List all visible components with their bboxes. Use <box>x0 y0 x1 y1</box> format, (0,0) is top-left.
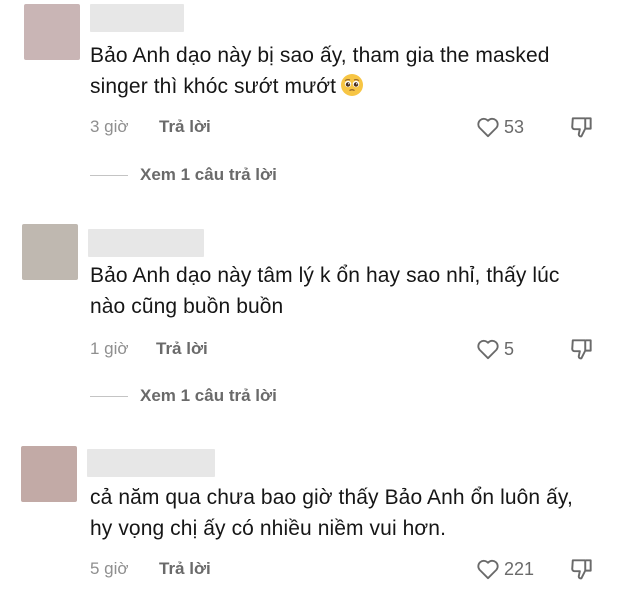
reply-button[interactable]: Trả lời <box>159 559 211 579</box>
comment-text-content: Bảo Anh dạo này tâm lý k ổn hay sao nhỉ,… <box>90 264 560 318</box>
comment-text: Bảo Anh dạo này tâm lý k ổn hay sao nhỉ,… <box>90 260 600 322</box>
thumbs-down-outline-icon[interactable] <box>569 114 595 140</box>
thumbs-down-outline-icon[interactable] <box>569 556 595 582</box>
view-replies-button[interactable]: Xem 1 câu trả lời <box>90 385 277 407</box>
divider <box>90 395 128 397</box>
heart-outline-icon <box>477 339 499 360</box>
comment-meta: 3 giờ Trả lời 53 <box>90 117 610 141</box>
comment-meta: 1 giờ Trả lời 5 <box>90 339 610 363</box>
like-button[interactable]: 53 <box>475 114 524 140</box>
comment-meta: 5 giờ Trả lời 221 <box>90 559 610 583</box>
like-button[interactable]: 5 <box>475 336 514 362</box>
avatar[interactable] <box>24 4 80 60</box>
comment-time: 3 giờ <box>90 117 129 136</box>
avatar[interactable] <box>22 224 78 280</box>
username-placeholder[interactable] <box>90 4 184 32</box>
comment-time: 1 giờ <box>90 339 129 358</box>
reply-button[interactable]: Trả lời <box>159 117 211 137</box>
avatar[interactable] <box>21 446 77 502</box>
reply-button[interactable]: Trả lời <box>156 339 208 359</box>
view-replies-label: Xem 1 câu trả lời <box>140 386 277 405</box>
heart-outline-icon <box>477 559 499 580</box>
username-placeholder[interactable] <box>88 229 204 257</box>
view-replies-label: Xem 1 câu trả lời <box>140 165 277 184</box>
like-count: 5 <box>504 338 515 359</box>
thumbs-down-outline-icon[interactable] <box>569 336 595 362</box>
pleading-face-icon <box>341 74 364 96</box>
like-count: 53 <box>504 116 525 137</box>
comment-time: 5 giờ <box>90 559 129 578</box>
heart-outline-icon <box>477 117 499 138</box>
divider <box>90 174 128 176</box>
comment-text: cả năm qua chưa bao giờ thấy Bảo Anh ổn … <box>90 482 600 544</box>
comment-text-content: cả năm qua chưa bao giờ thấy Bảo Anh ổn … <box>90 486 573 540</box>
username-placeholder[interactable] <box>87 449 215 477</box>
like-button[interactable]: 221 <box>475 556 534 582</box>
view-replies-button[interactable]: Xem 1 câu trả lời <box>90 164 277 186</box>
like-count: 221 <box>504 558 535 579</box>
comment-text-content: Bảo Anh dạo này bị sao ấy, tham gia the … <box>90 44 550 98</box>
comment-text: Bảo Anh dạo này bị sao ấy, tham gia the … <box>90 40 600 102</box>
